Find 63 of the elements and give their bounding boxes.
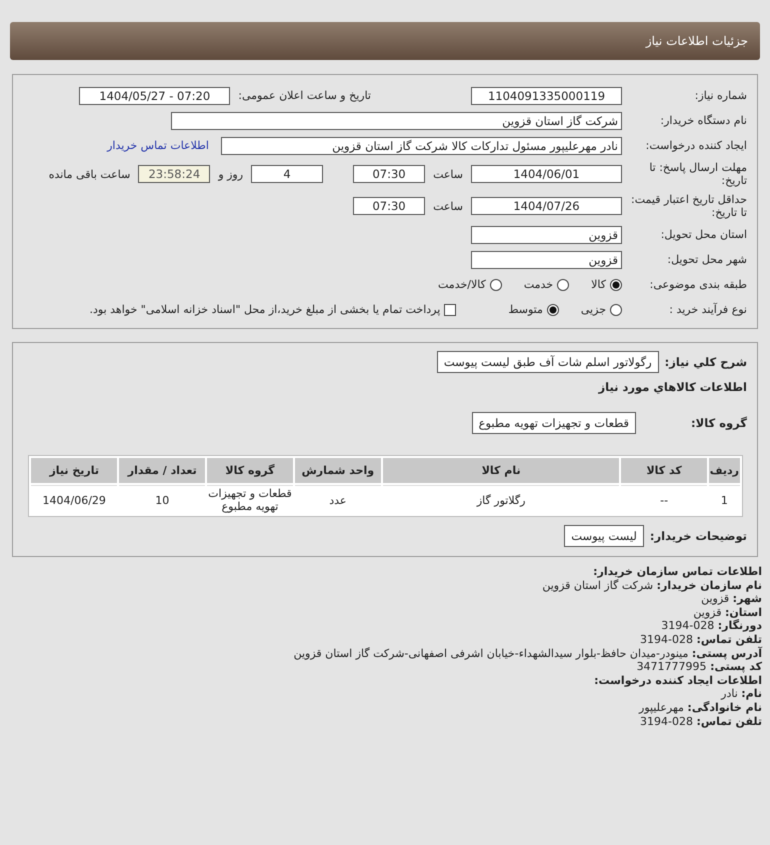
field-label: شهر محل تحویل: bbox=[666, 252, 748, 266]
announce-date-field: 1404/05/27 - 07:20 bbox=[79, 86, 230, 104]
radio-icon[interactable] bbox=[490, 278, 502, 290]
field-label: حداقل تاریخ اعتبار قیمت: تا تاریخ: bbox=[630, 192, 748, 220]
field-label: مهلت ارسال پاسخ: تا تاریخ: bbox=[648, 160, 748, 188]
contact-heading: اطلاعات ایجاد کننده درخواست: bbox=[593, 674, 762, 688]
category-radio[interactable]: کالا bbox=[591, 278, 622, 291]
table-cell: قطعات و تجهیزات تهویه مطبوع bbox=[207, 485, 293, 514]
field-label: روز و bbox=[218, 168, 244, 180]
summary-label: شرح كلي نياز: bbox=[664, 354, 748, 368]
deadline-date-field: 1404/06/01 bbox=[471, 165, 622, 183]
field-label: نام دستگاه خریدار: bbox=[659, 114, 748, 128]
creator-field: نادر مهرعلیپور مسئول تدارکات کالا شرکت گاز استان قزوین bbox=[221, 136, 622, 154]
notes-field: لیست پیوست bbox=[564, 524, 644, 546]
days-field: 4 bbox=[251, 165, 324, 183]
field-label: ایجاد کننده درخواست: bbox=[644, 138, 748, 152]
payment-label: پرداخت تمام یا بخشی از مبلغ خرید،از محل "اسناد خزانه اسلامی" خواهد بود. bbox=[90, 303, 440, 316]
contact-line: نام خانوادگی: مهرعلیپور bbox=[638, 700, 762, 715]
radio-icon[interactable] bbox=[610, 304, 622, 316]
validity-date-field: 1404/07/26 bbox=[471, 197, 622, 215]
field-label: ساعت bbox=[433, 168, 463, 180]
buyer-field: شرکت گاز استان قزوین bbox=[171, 112, 622, 130]
radio-icon[interactable] bbox=[610, 278, 622, 290]
contact-line: استان: قزوین bbox=[692, 606, 762, 619]
radio-icon[interactable] bbox=[557, 278, 570, 290]
column-header: نام کالا bbox=[382, 458, 620, 483]
need-number-field: 1104091335000119 bbox=[471, 86, 622, 104]
contact-line: نام: نادر bbox=[720, 687, 762, 701]
category-radio[interactable]: خدمت bbox=[524, 278, 570, 291]
radio-icon[interactable] bbox=[546, 304, 559, 316]
remaining-time-field: 23:58:24 bbox=[138, 165, 210, 183]
field-label: نوع فرآیند خرید : bbox=[668, 302, 748, 316]
page-title: جزئیات اطلاعات نیاز bbox=[646, 34, 748, 48]
group-field: قطعات و تجهیزات تهویه مطبوع bbox=[472, 412, 636, 434]
summary-field: رگولاتور اسلم شات آف طبق لیست پیوست bbox=[436, 350, 659, 372]
group-label: گروه کالا: bbox=[691, 416, 748, 430]
contact-line: شهر: قزوین bbox=[700, 592, 762, 606]
contact-line: آدرس پستی: مینودر-میدان حافظ-بلوار سیدالشهداء-خیابان اشرفی اصفهانی-شرکت گاز استان قزوین bbox=[292, 646, 762, 660]
notes-label: توضیحات خریدار: bbox=[650, 528, 748, 542]
column-header: ردیف bbox=[708, 458, 740, 483]
category-radio[interactable]: کالا/خدمت bbox=[438, 278, 502, 291]
field-label: ساعت bbox=[433, 200, 463, 212]
column-header: واحد شمارش bbox=[294, 458, 381, 483]
process-radio[interactable]: جزیی bbox=[580, 303, 622, 316]
column-header: تاریخ نیاز bbox=[31, 458, 118, 483]
process-radio[interactable]: متوسط bbox=[508, 303, 559, 316]
city-field: قزوین bbox=[471, 250, 622, 268]
column-header: کد کالا bbox=[621, 458, 707, 483]
field-label: ساعت باقی مانده bbox=[48, 168, 130, 180]
deadline-time-field: 07:30 bbox=[353, 165, 426, 183]
column-header: تعداد / مقدار bbox=[119, 458, 206, 483]
contact-line: نام سازمان خریدار: شرکت گاز استان قزوین bbox=[541, 578, 762, 592]
province-field: قزوین bbox=[471, 226, 622, 244]
payment-checkbox[interactable] bbox=[444, 304, 456, 316]
field-label: استان محل تحویل: bbox=[660, 228, 748, 242]
buyer-contact-link[interactable]: اطلاعات تماس خریدار bbox=[107, 139, 209, 152]
field-label: تاریخ و ساعت اعلان عمومی: bbox=[238, 89, 371, 102]
field-label: طبقه بندی موضوعی: bbox=[648, 278, 748, 292]
contact-heading: اطلاعات تماس سازمان خریدار: bbox=[592, 565, 762, 579]
field-label: شماره نیاز: bbox=[694, 88, 748, 102]
column-header: گروه کالا bbox=[207, 458, 293, 483]
section-title: اطلاعات كالاهاي مورد نياز bbox=[598, 380, 748, 394]
validity-time-field: 07:30 bbox=[353, 197, 426, 215]
